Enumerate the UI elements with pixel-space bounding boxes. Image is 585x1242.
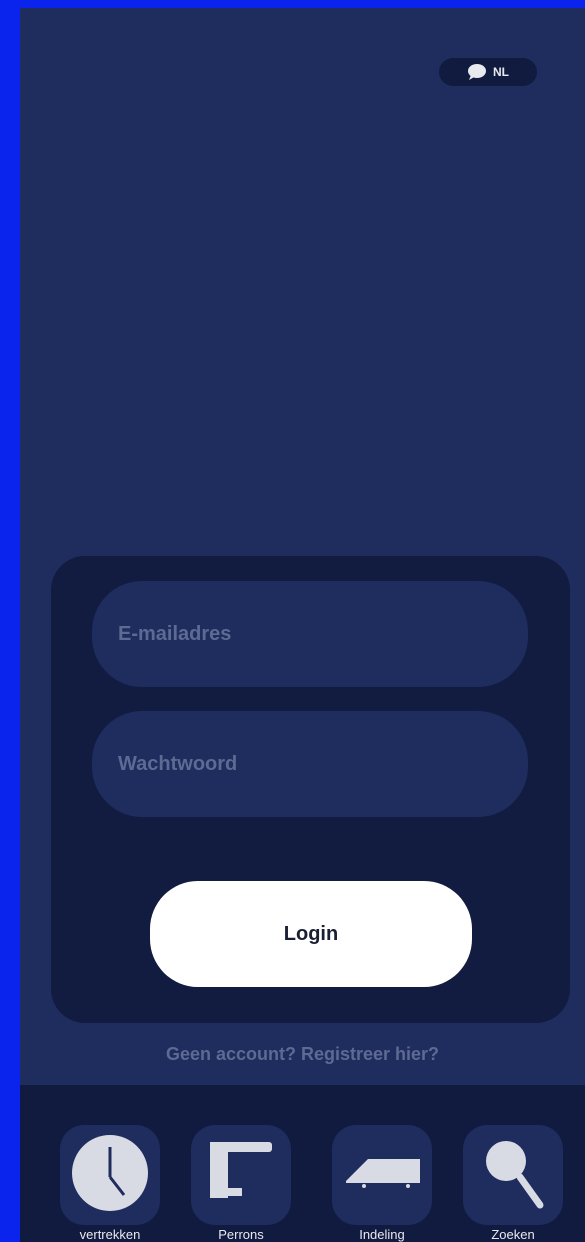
train-icon bbox=[342, 1153, 422, 1198]
speech-bubble-icon bbox=[467, 63, 487, 81]
nav-tile bbox=[463, 1125, 563, 1225]
app-screen: NL E-mailadres Wachtwoord Login Geen acc… bbox=[20, 8, 585, 1242]
nav-tile bbox=[60, 1125, 160, 1225]
nav-item-indeling[interactable]: Indeling bbox=[332, 1125, 432, 1242]
nav-item-perrons[interactable]: Perrons bbox=[191, 1125, 291, 1242]
nav-item-zoeken[interactable]: Zoeken bbox=[463, 1125, 563, 1242]
nav-tile bbox=[332, 1125, 432, 1225]
register-link[interactable]: Geen account? Registreer hier? bbox=[20, 1044, 585, 1065]
language-selector[interactable]: NL bbox=[439, 58, 537, 86]
email-field[interactable]: E-mailadres bbox=[92, 581, 528, 687]
nav-tile bbox=[191, 1125, 291, 1225]
platform-icon bbox=[206, 1138, 276, 1213]
nav-label: vertrekken bbox=[79, 1227, 141, 1242]
bottom-nav: vertrekken Perrons Indeling Zoeken bbox=[20, 1085, 585, 1242]
nav-label: Indeling bbox=[359, 1227, 405, 1242]
clock-icon bbox=[70, 1133, 150, 1218]
password-placeholder: Wachtwoord bbox=[118, 752, 238, 775]
password-field[interactable]: Wachtwoord bbox=[92, 711, 528, 817]
search-icon bbox=[478, 1135, 548, 1216]
nav-item-vertrekken[interactable]: vertrekken bbox=[60, 1125, 160, 1242]
nav-label: Perrons bbox=[218, 1227, 264, 1242]
login-card: E-mailadres Wachtwoord Login bbox=[51, 556, 570, 1023]
email-placeholder: E-mailadres bbox=[118, 622, 232, 645]
login-button[interactable]: Login bbox=[150, 881, 472, 987]
login-button-label: Login bbox=[283, 922, 339, 945]
nav-label: Zoeken bbox=[491, 1227, 535, 1242]
language-code: NL bbox=[493, 65, 509, 79]
